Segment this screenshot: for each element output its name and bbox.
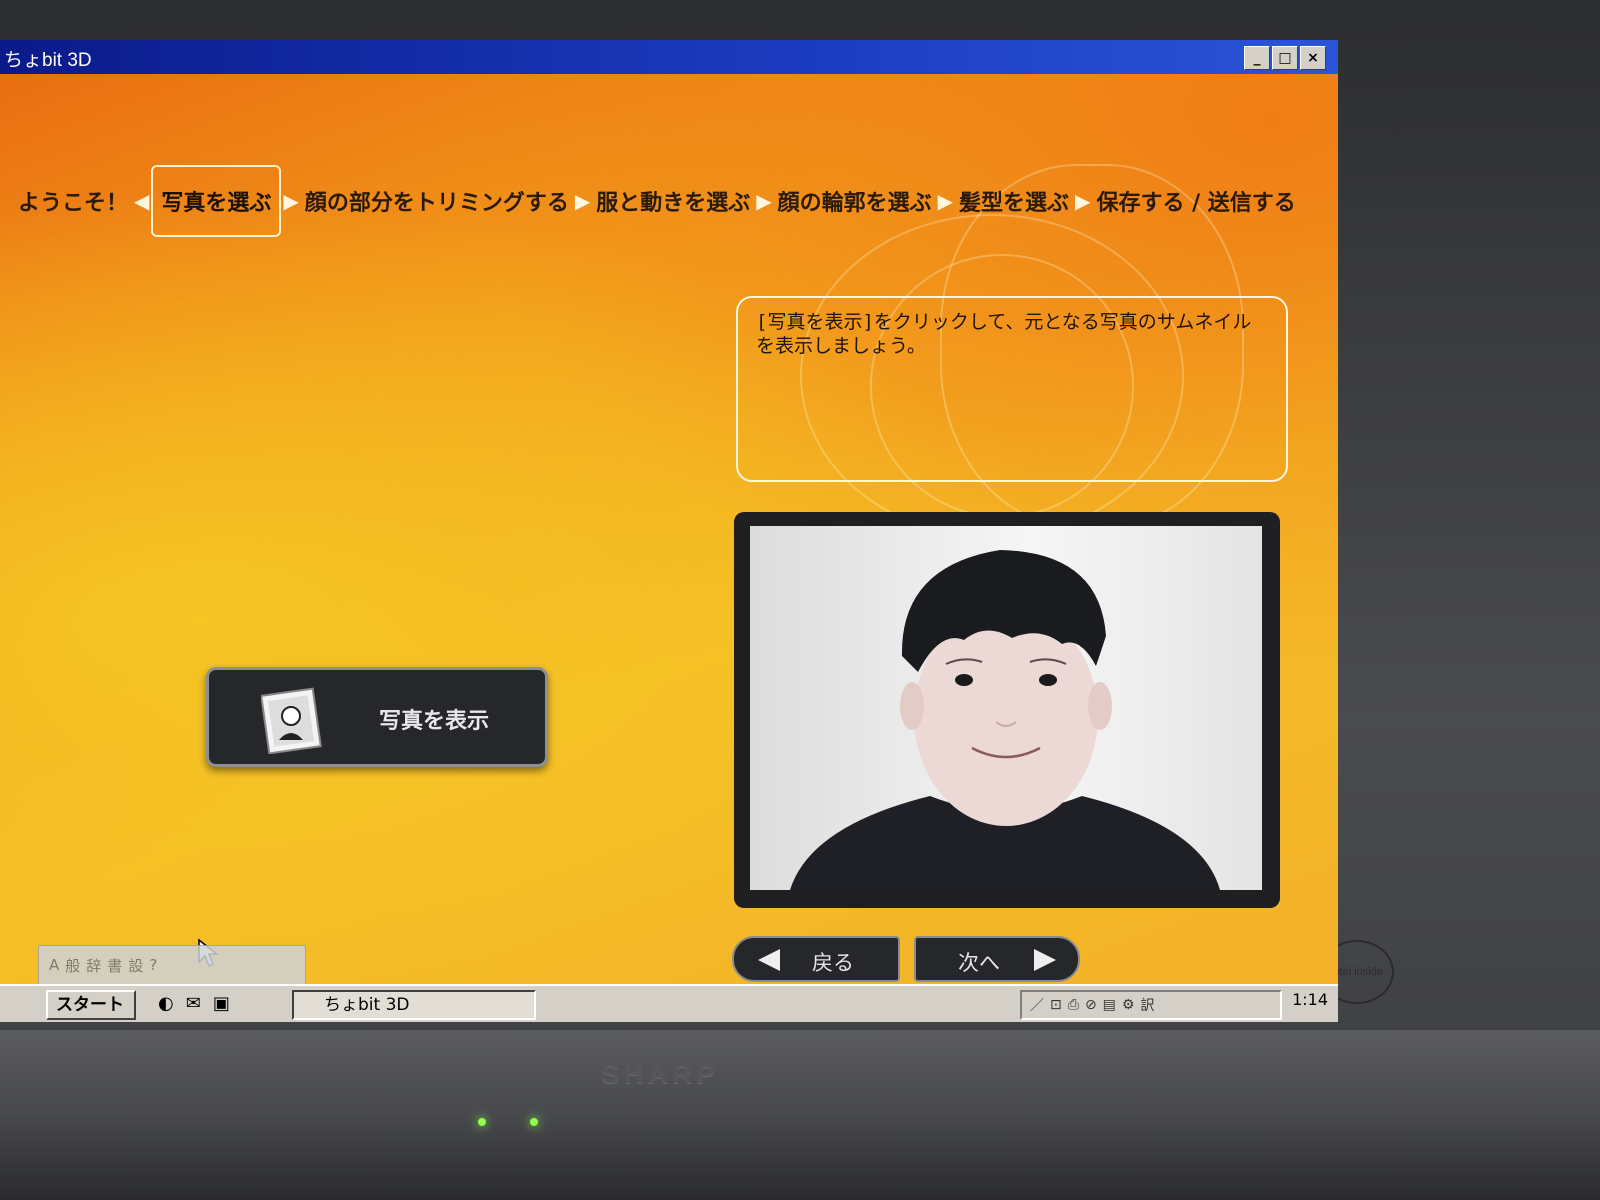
show-photo-button[interactable]: 写真を表示 [206, 667, 548, 767]
monitor-brand: SHARP [600, 1058, 719, 1089]
window-titlebar[interactable]: ちょbit 3D _ □ × [0, 40, 1338, 74]
window-title: ちょbit 3D [4, 50, 92, 71]
taskbar-app-button[interactable]: ちょbit 3D [292, 990, 536, 1020]
ime-item[interactable]: 般 [65, 955, 80, 976]
start-button[interactable]: スタート [46, 990, 136, 1020]
step-trim-face[interactable]: 顔の部分をトリミングする [301, 185, 573, 217]
taskbar-clock: 1:14 [1292, 990, 1328, 1009]
step-face-outline[interactable]: 顔の輪郭を選ぶ [774, 185, 936, 217]
power-led [478, 1118, 486, 1126]
pen-icon[interactable]: ／ [1030, 995, 1044, 1015]
taskbar: スタート ◐ ✉ ▣ ちょbit 3D ／ ⊡ ⎙ ⊘ ▤ ⚙ 訳 1:14 [0, 984, 1338, 1022]
photo-thumbnail [750, 526, 1262, 890]
ime-icon[interactable]: ⚙ [1122, 997, 1135, 1013]
ime-item[interactable]: 辞 [86, 955, 101, 976]
show-photo-label: 写真を表示 [379, 709, 490, 734]
next-label: 次へ [958, 951, 1000, 975]
ie-icon[interactable]: ◐ [158, 993, 174, 1014]
back-label: 戻る [812, 951, 854, 975]
step-navigation: ようこそ！ ◀ 写真を選ぶ ▶ 顔の部分をトリミングする ▶ 服と動きを選ぶ ▶… [14, 165, 1334, 237]
printer-icon[interactable]: ⎙ [1068, 997, 1079, 1013]
step-arrow-icon: ▶ [283, 189, 299, 213]
back-button[interactable]: 戻る [732, 936, 900, 982]
system-tray: ／ ⊡ ⎙ ⊘ ▤ ⚙ 訳 [1020, 990, 1282, 1020]
instruction-panel: [写真を表示]をクリックして、元となる写真のサムネイルを表示しましょう。 [736, 296, 1288, 482]
next-button[interactable]: 次へ [914, 936, 1080, 982]
avatar-illustration [790, 550, 1220, 890]
step-hairstyle[interactable]: 髪型を選ぶ [955, 185, 1073, 217]
close-button[interactable]: × [1300, 46, 1326, 70]
quick-launch: ◐ ✉ ▣ [158, 993, 230, 1014]
step-arrow-icon: ▶ [1075, 189, 1091, 213]
screen: ちょbit 3D _ □ × ようこそ！ ◀ 写真を選ぶ ▶ 顔の部分をトリミン… [0, 40, 1338, 1022]
arrow-right-icon [1034, 949, 1056, 971]
step-choose-photo[interactable]: 写真を選ぶ [151, 165, 282, 237]
step-clothes-motion[interactable]: 服と動きを選ぶ [592, 185, 754, 217]
step-save-send[interactable]: 保存する / 送信する [1092, 185, 1299, 217]
app-content: ようこそ！ ◀ 写真を選ぶ ▶ 顔の部分をトリミングする ▶ 服と動きを選ぶ ▶… [0, 74, 1338, 984]
arrow-left-icon [758, 949, 780, 971]
photo-icon [260, 684, 327, 758]
step-welcome[interactable]: ようこそ！ [14, 185, 132, 217]
ime-item[interactable]: A [49, 956, 59, 974]
ime-item[interactable]: 書 [107, 955, 122, 976]
monitor-chin [0, 1030, 1600, 1200]
desktop-icon[interactable]: ▣ [213, 993, 230, 1014]
network-icon[interactable]: ⊡ [1050, 997, 1062, 1013]
ime-item[interactable]: 設 [128, 955, 143, 976]
step-arrow-icon: ▶ [756, 189, 772, 213]
minimize-button[interactable]: _ [1244, 46, 1270, 70]
ime-item[interactable]: ? [149, 956, 157, 974]
step-arrow-icon: ▶ [937, 189, 954, 213]
window-controls: _ □ × [1244, 46, 1326, 70]
translate-icon[interactable]: 訳 [1140, 995, 1154, 1015]
outlook-icon[interactable]: ✉ [186, 993, 201, 1014]
disk-icon[interactable]: ⊘ [1085, 997, 1097, 1013]
maximize-button[interactable]: □ [1272, 46, 1298, 70]
monitor-icon[interactable]: ▤ [1103, 997, 1116, 1013]
step-arrow-back-icon: ◀ [134, 189, 150, 213]
photo-preview [734, 512, 1280, 908]
step-arrow-icon: ▶ [574, 189, 591, 213]
ime-toolbar[interactable]: A 般 辞 書 設 ? [38, 945, 306, 985]
disk-led [530, 1118, 538, 1126]
